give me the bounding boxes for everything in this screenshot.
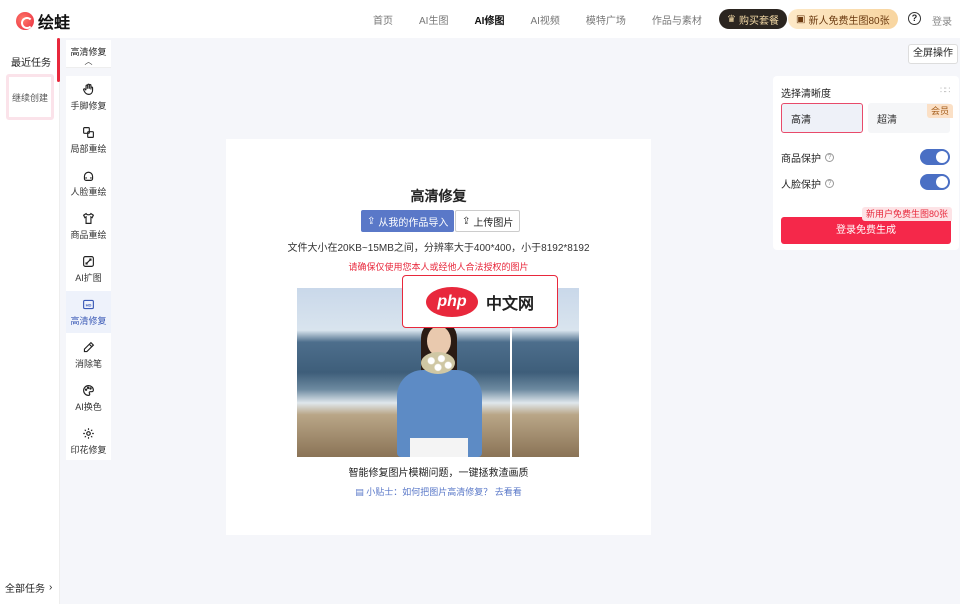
tool-ai-recolor[interactable]: AI换色: [66, 377, 111, 419]
watermark-text: 中文网: [485, 295, 534, 313]
login-generate-button[interactable]: 登录免费生成: [781, 217, 951, 244]
buy-plan-label: 购买套餐: [738, 15, 779, 27]
product-protect-toggle[interactable]: [920, 149, 950, 165]
tool-label: AI换色: [75, 401, 102, 412]
tool-list: 手脚修复 局部重绘 人脸重绘 商品重绘 AI扩图 HD 高清修复 消除笔 AI换…: [66, 76, 111, 460]
upload-icon: ⇪: [367, 215, 376, 227]
tool-product-redraw[interactable]: 商品重绘: [66, 205, 111, 247]
upload-card: 高清修复 ⇪ 从我的作品导入 ⇪ 上传图片 文件大小在20KB~15MB之间，分…: [226, 139, 651, 535]
upload-image-button[interactable]: ⇪ 上传图片: [455, 210, 521, 232]
nav-model-square[interactable]: 模特广场: [573, 12, 639, 27]
chevron-right-icon: ›: [49, 582, 53, 593]
face-icon: [83, 171, 94, 181]
nav-ai-image[interactable]: AI生图: [406, 12, 461, 27]
upload-label: 上传图片: [473, 217, 514, 229]
tool-label: 高清修复: [70, 315, 107, 326]
tool-region-redraw[interactable]: 局部重绘: [66, 119, 111, 161]
tool-header[interactable]: 高清修复 ︿: [66, 40, 111, 68]
continue-create-label: 继续创建: [11, 92, 48, 103]
nav-ai-retouch[interactable]: AI修图: [461, 12, 517, 27]
tool-label: 局部重绘: [70, 143, 107, 154]
free-trial-label: 新人免费生图80张: [808, 15, 890, 27]
product-protect-label: 商品保护: [781, 154, 821, 165]
tool-eraser[interactable]: 消除笔: [66, 334, 111, 376]
recent-tasks-panel: 最近任务 继续创建 全部任务 ›: [0, 38, 60, 604]
hd-icon: HD: [83, 299, 94, 309]
expand-icon: [83, 255, 94, 267]
nav-ai-video[interactable]: AI视频: [517, 12, 572, 27]
all-tasks-link[interactable]: 全部任务 ›: [5, 580, 52, 595]
tool-ai-expand[interactable]: AI扩图: [66, 248, 111, 290]
logo-icon: [16, 12, 34, 30]
upload-icon: ⇪: [462, 215, 471, 227]
tip-link[interactable]: ▤ 小贴士：如何把图片高清修复？ 去看看: [226, 485, 651, 498]
tool-hd-repair[interactable]: HD 高清修复: [66, 291, 111, 333]
book-icon: ▤: [355, 487, 367, 497]
tool-label: 人脸重绘: [70, 186, 107, 197]
nav-works[interactable]: 作品与素材: [639, 12, 715, 27]
svg-text:HD: HD: [86, 302, 92, 307]
palette-icon: [83, 384, 94, 396]
example-skirt: [410, 438, 468, 457]
recent-tasks-title: 最近任务: [11, 58, 51, 69]
drag-handle-icon[interactable]: ∷∷: [940, 85, 951, 96]
product-protect-row: 商品保护 ?: [781, 150, 834, 165]
nav-home[interactable]: 首页: [360, 12, 406, 27]
tool-label: 消除笔: [74, 358, 102, 369]
logo-text: 绘蛙: [38, 15, 71, 32]
resolution-title: 选择清晰度: [781, 89, 831, 100]
fullscreen-button[interactable]: 全屏操作: [908, 44, 958, 64]
tip-text: 小贴士：如何把图片高清修复？ 去看看: [366, 487, 522, 497]
free-trial-button[interactable]: ▣ 新人免费生图80张: [788, 9, 898, 29]
face-protect-row: 人脸保护 ?: [781, 176, 834, 191]
tool-face-redraw[interactable]: 人脸重绘: [66, 162, 111, 204]
all-tasks-label: 全部任务: [5, 584, 45, 595]
buy-plan-button[interactable]: ♛ 购买套餐: [719, 9, 787, 29]
feature-caption: 智能修复图片模糊问题，一键拯救渣画质: [348, 468, 529, 479]
region-icon: [83, 126, 94, 138]
resolution-hd-option[interactable]: 高清: [781, 103, 863, 133]
tool-label: 手脚修复: [70, 100, 107, 111]
member-badge: 会员: [927, 104, 954, 118]
tool-print-repair[interactable]: 印花修复: [66, 420, 111, 462]
question-icon[interactable]: ?: [825, 179, 834, 188]
tool-header-label: 高清修复: [70, 47, 107, 57]
promo-badge: 新用户免费生图80张: [862, 207, 953, 221]
pen-icon: [83, 341, 95, 352]
gift-icon: ▣: [796, 13, 806, 25]
top-header: 绘蛙 首页 AI生图 AI修图 AI视频 模特广场 作品与素材 ♛ 购买套餐 ▣…: [0, 0, 960, 38]
help-icon[interactable]: ?: [908, 12, 921, 25]
active-indicator: [57, 38, 60, 82]
logo[interactable]: 绘蛙: [16, 9, 70, 33]
tool-label: 商品重绘: [70, 229, 107, 240]
shirt-icon: [82, 212, 95, 224]
question-icon[interactable]: ?: [825, 153, 834, 162]
face-protect-label: 人脸保护: [781, 180, 821, 191]
import-label: 从我的作品导入: [378, 217, 449, 229]
example-flowers: [421, 352, 455, 374]
watermark: php 中文网: [402, 275, 558, 328]
continue-create-button[interactable]: 继续创建: [6, 74, 54, 120]
file-spec-text: 文件大小在20KB~15MB之间，分辨率大于400*400，小于8192*819…: [287, 243, 590, 254]
chevron-up-icon: ︿: [84, 57, 93, 66]
face-protect-toggle[interactable]: [920, 174, 950, 190]
import-from-works-button[interactable]: ⇪ 从我的作品导入: [361, 210, 455, 232]
watermark-logo: php: [425, 286, 478, 317]
tool-hand-fix[interactable]: 手脚修复: [66, 76, 111, 118]
authorization-warning: 请确保仅使用您本人或经他人合法授权的图片: [348, 262, 529, 272]
hand-icon: [83, 83, 94, 95]
page-title: 高清修复: [410, 188, 467, 204]
tool-label: 印花修复: [70, 444, 107, 455]
resolution-hd-label: 高清: [791, 114, 811, 126]
main-nav: 首页 AI生图 AI修图 AI视频 模特广场 作品与素材: [360, 0, 715, 38]
resolution-uhd-label: 超清: [877, 114, 897, 126]
crown-icon: ♛: [727, 13, 736, 25]
tool-label: AI扩图: [75, 272, 102, 283]
print-icon: [83, 427, 94, 439]
login-link[interactable]: 登录: [932, 13, 952, 28]
